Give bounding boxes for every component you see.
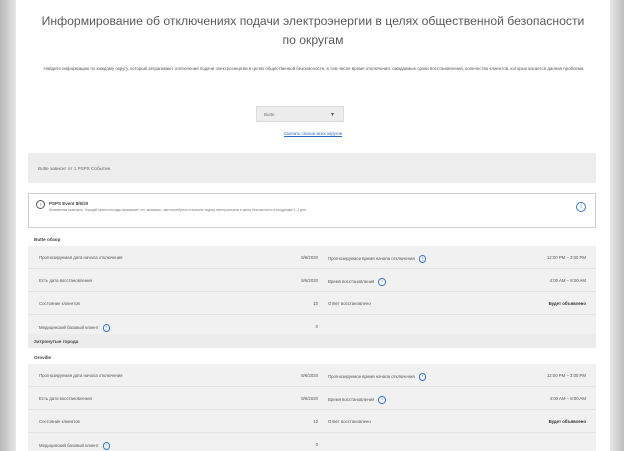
city-heading: Oroville <box>28 350 596 364</box>
event-count-note: Butte зависит от 1 PSPS Событие. <box>28 153 596 183</box>
row-label: Есть дата восстановления <box>39 278 92 283</box>
left-shadow-edge <box>0 0 16 451</box>
row-label-text: Состояние клиентов <box>39 419 80 424</box>
info-icon[interactable]: i <box>378 396 386 404</box>
row-label-secondary: Ответ восстановлено <box>328 301 371 306</box>
row-value: 8/6/2020 <box>301 278 318 283</box>
outage-page: Информирование об отключениях подачи эле… <box>16 0 610 451</box>
row-label-secondary-text: Ответ восстановлено <box>328 419 371 424</box>
row-value: 8/6/2020 <box>301 373 318 378</box>
info-icon[interactable]: i <box>378 278 386 286</box>
row-label: Прогнозируемая дата начала отключения <box>39 373 122 378</box>
county-select[interactable]: Butte ▾ <box>256 106 344 122</box>
row-label: Состояние клиентов <box>39 419 80 424</box>
row-label-secondary-text: Прогнозируемое время начала отключения <box>328 374 415 380</box>
right-shadow-edge <box>610 0 624 451</box>
row-value-secondary: 12:00 PM – 3:00 PM <box>546 373 586 378</box>
row-label-text: Прогнозируемая дата начала отключения <box>39 255 123 260</box>
row-label-secondary: Время восстановления i <box>328 278 386 286</box>
overview-table: Прогнозируемая дата начала отключения 8/6… <box>28 246 596 337</box>
row-label-text: Прогнозируемая дата начала отключения <box>39 373 123 378</box>
city-table: Прогнозируемая дата начала отключения 8/6… <box>28 364 596 451</box>
row-value: 8/6/2020 <box>301 396 318 401</box>
row-value-secondary: Будет объявлено <box>548 419 586 424</box>
row-label: Медицинский базовый клиент i <box>39 442 111 450</box>
row-label-text: Состояние клиентов <box>39 301 80 306</box>
row-value: 8/6/2020 <box>301 255 318 260</box>
info-icon[interactable]: i <box>576 202 586 212</box>
row-label-secondary: Ответ восстановлено <box>328 419 371 424</box>
row-label-secondary-text: Ответ восстановлено <box>328 301 371 306</box>
row-value: 0 <box>315 442 318 447</box>
table-row: Есть дата восстановления 8/6/2020 Время во… <box>28 387 596 410</box>
intro-text: Найдите информацию по каждому округу, ко… <box>43 66 585 71</box>
event-description: Неизменная категория. Текущий прогноз по… <box>49 208 307 212</box>
row-value: 0 <box>315 324 318 329</box>
table-row: Есть дата восстановления 8/6/2020 Время во… <box>28 269 596 292</box>
table-row: Состояние клиентов 10 Ответ восстановлено Б… <box>28 410 596 433</box>
row-label-text: Медицинский базовый клиент <box>39 443 99 449</box>
row-label-text: Есть дата восстановления <box>39 278 92 283</box>
row-label: Медицинский базовый клиент i <box>39 324 111 332</box>
row-label-secondary-text: Прогнозируемое время начала отключения <box>328 256 415 262</box>
row-label-secondary: Время восстановления i <box>328 396 386 404</box>
info-icon[interactable]: i <box>102 324 111 332</box>
row-label: Прогнозируемая дата начала отключения <box>39 255 122 260</box>
row-label-secondary-text: Время восстановления <box>328 397 375 403</box>
clock-icon: ! <box>36 200 45 209</box>
row-label: Состояние клиентов <box>39 301 80 306</box>
table-row: Прогнозируемая дата начала отключения 8/6… <box>28 246 596 269</box>
overview-heading: Butte обзор <box>28 232 596 246</box>
row-label-secondary: Прогнозируемое время начала отключения i <box>328 255 427 263</box>
row-label-text: Есть дата восстановления <box>39 396 92 401</box>
view-all-counties-link[interactable]: Скачать список всех округов <box>16 131 610 136</box>
info-icon[interactable]: i <box>102 442 111 450</box>
row-label-secondary: Прогнозируемое время начала отключения i <box>328 373 427 381</box>
affected-cities-heading: Затронутые города <box>28 334 596 348</box>
table-row: Медицинский базовый клиент i 0 <box>28 433 596 451</box>
row-label-text: Медицинский базовый клиент <box>39 325 99 331</box>
info-icon[interactable]: i <box>418 255 427 263</box>
event-card: ! PSPS Event 8/6/20 Неизменная категория… <box>28 193 596 228</box>
row-value-secondary: 4:00 AM – 8:00 AM <box>549 278 586 283</box>
county-select-value: Butte <box>264 111 275 117</box>
table-row: Состояние клиентов 10 Ответ восстановлено Б… <box>28 292 596 315</box>
row-value: 10 <box>313 301 318 306</box>
row-value: 10 <box>313 419 318 424</box>
info-icon[interactable]: i <box>418 373 427 381</box>
chevron-down-icon: ▾ <box>330 112 334 118</box>
row-value-secondary: Будет объявлено <box>548 301 586 306</box>
table-row: Прогнозируемая дата начала отключения 8/6… <box>28 364 596 387</box>
event-name: PSPS Event 8/6/20 <box>49 201 89 206</box>
row-label: Есть дата восстановления <box>39 396 92 401</box>
row-label-secondary-text: Время восстановления <box>328 279 375 285</box>
row-value-secondary: 12:00 PM – 3:00 PM <box>546 255 586 260</box>
row-value-secondary: 4:00 AM – 8:00 AM <box>549 396 586 401</box>
page-title: Информирование об отключениях подачи эле… <box>41 14 585 47</box>
